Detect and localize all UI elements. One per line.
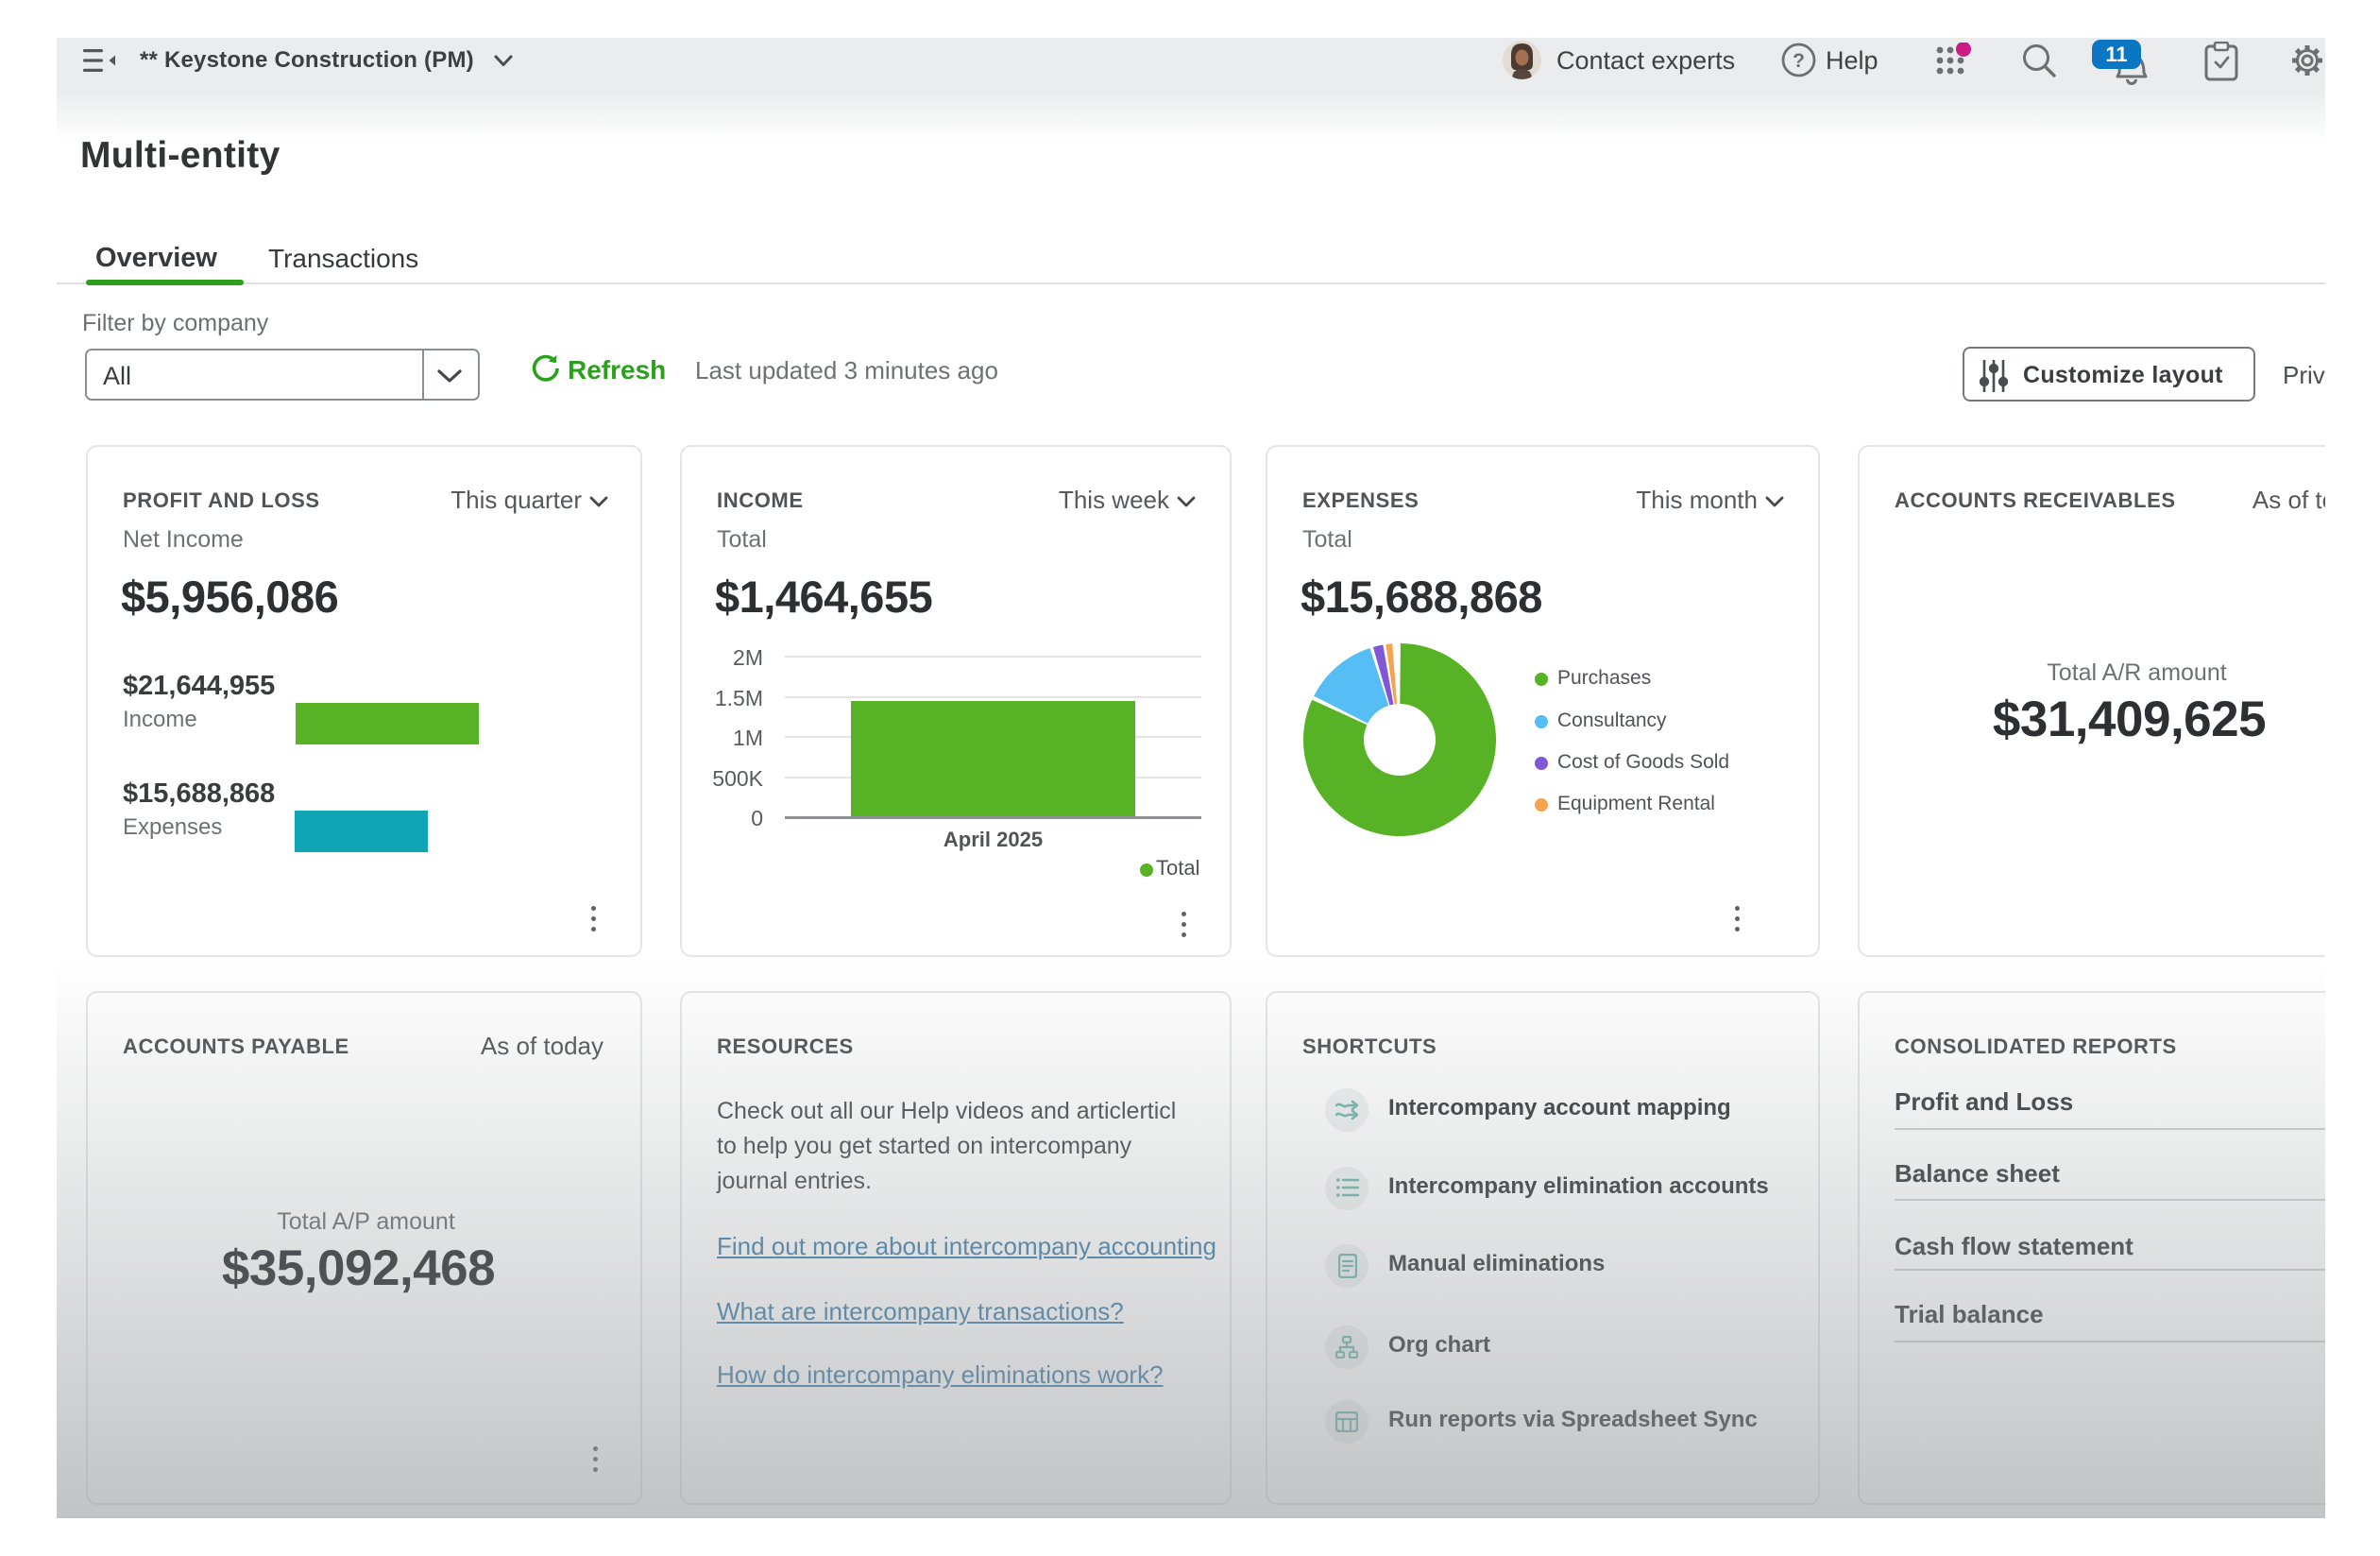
svg-text:?: ?	[1793, 50, 1805, 72]
svg-text:11: 11	[2105, 43, 2127, 66]
